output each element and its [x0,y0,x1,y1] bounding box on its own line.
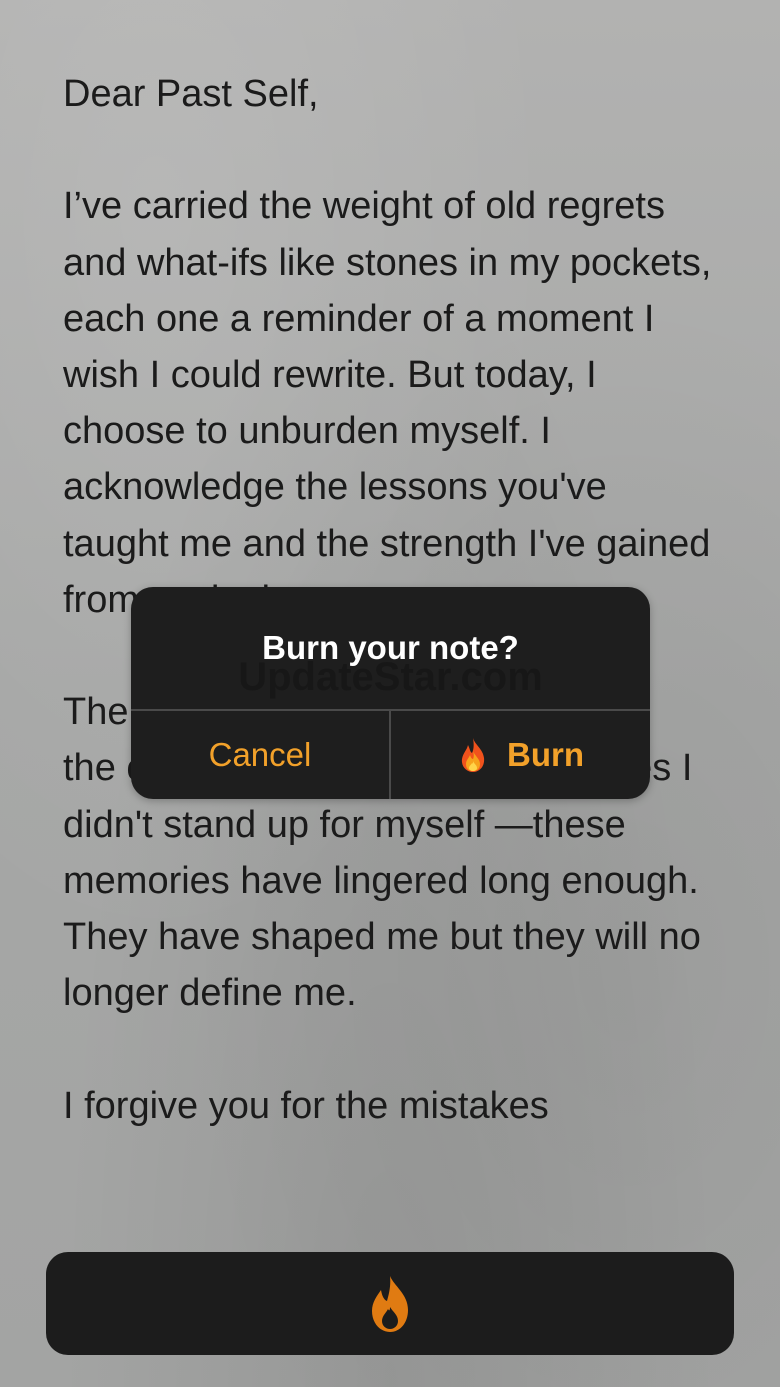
flame-icon [372,1275,408,1332]
cancel-button-label: Cancel [208,736,312,773]
cancel-button[interactable]: Cancel [131,711,389,799]
fire-emoji-icon [461,738,485,772]
burn-action-bar[interactable] [46,1252,734,1355]
burn-button[interactable]: Burn [391,711,650,799]
burn-button-label: Burn [507,736,584,773]
watermark-text: UpdateStar.com [238,655,543,699]
burn-confirm-dialog: Burn your note? UpdateStar.com Cancel Bu… [131,587,650,799]
